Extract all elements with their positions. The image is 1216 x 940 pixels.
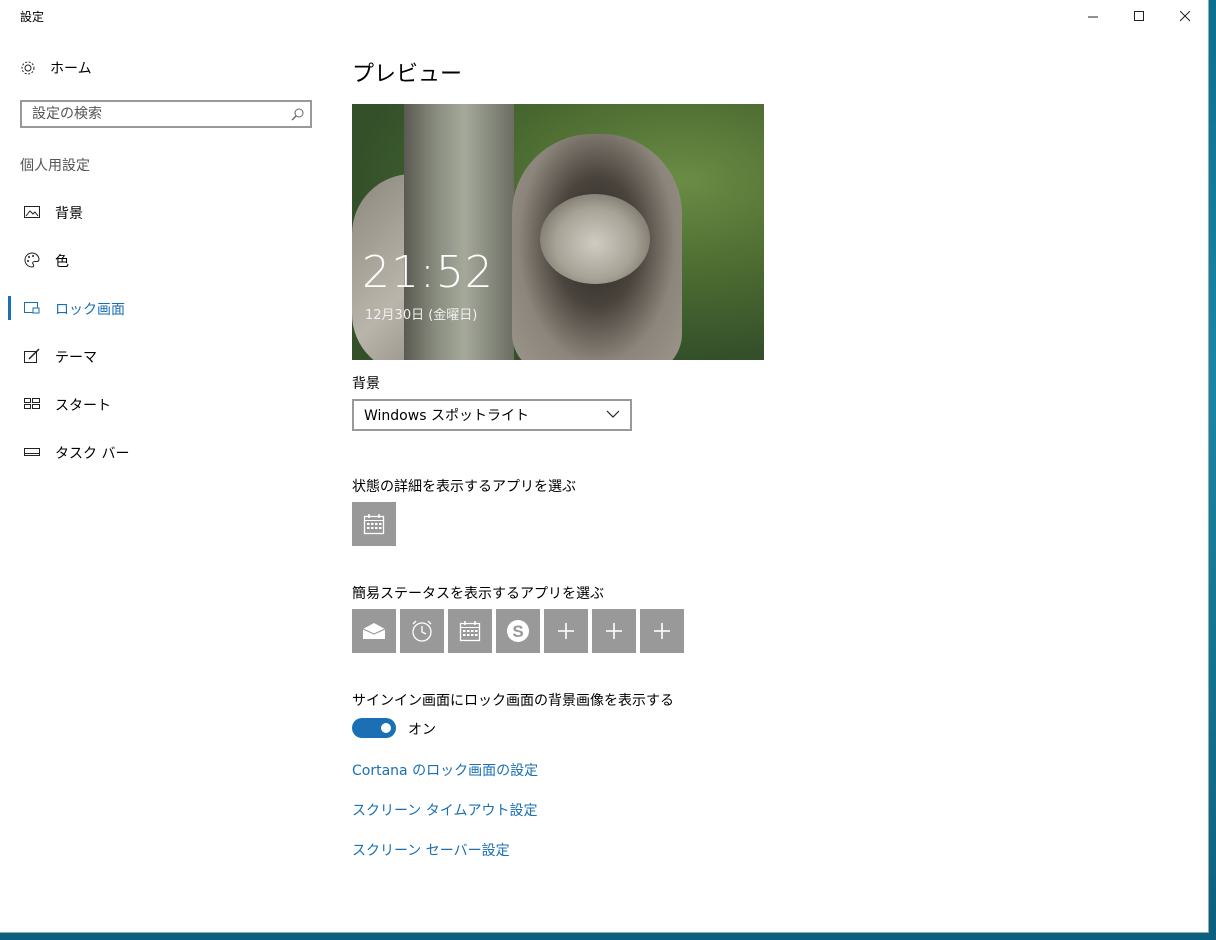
skype-icon: S (507, 620, 529, 642)
sidebar-item-label: 背景 (55, 206, 83, 222)
plus-icon (606, 623, 622, 639)
chevron-down-icon (606, 410, 620, 418)
close-icon (1179, 10, 1190, 21)
toggle-state-label: オン (408, 722, 436, 738)
sidebar-item-themes[interactable]: テーマ (0, 340, 320, 372)
plus-icon (558, 623, 574, 639)
palette-icon (24, 252, 40, 268)
preview-image-face (540, 194, 650, 284)
sidebar-item-label: スタート (55, 398, 111, 414)
calendar-icon (363, 514, 385, 535)
quick-status-add-slot[interactable] (544, 609, 588, 653)
sidebar-item-label: ロック画面 (55, 302, 125, 318)
minimize-icon (1087, 16, 1098, 17)
sidebar-item-colors[interactable]: 色 (0, 244, 320, 276)
search-icon[interactable] (291, 108, 304, 121)
cortana-lock-screen-link[interactable]: Cortana のロック画面の設定 (352, 760, 538, 780)
sidebar-item-lock-screen[interactable]: ロック画面 (0, 292, 320, 324)
preview-date: 12月30日 (金曜日) (365, 308, 478, 323)
start-icon (24, 396, 40, 412)
lock-screen-icon (24, 300, 40, 316)
sidebar-section-title: 個人用設定 (20, 158, 90, 174)
quick-status-app-skype[interactable]: S (496, 609, 540, 653)
signin-background-label: サインイン画面にロック画面の背景画像を表示する (352, 693, 674, 709)
picture-icon (24, 204, 40, 220)
sidebar-item-taskbar[interactable]: タスク バー (0, 436, 320, 468)
close-button[interactable] (1162, 0, 1208, 32)
lock-screen-preview: 21:52 12月30日 (金曜日) (352, 104, 764, 360)
background-dropdown[interactable]: Windows スポットライト (352, 399, 632, 431)
sidebar-item-label: テーマ (55, 350, 97, 366)
quick-status-add-slot[interactable] (592, 609, 636, 653)
sidebar-home-label: ホーム (50, 61, 92, 77)
svg-text:S: S (512, 622, 523, 641)
maximize-icon (1133, 10, 1144, 21)
calendar-icon (459, 621, 481, 642)
taskbar-icon (24, 444, 40, 460)
mail-icon (362, 623, 386, 639)
screen-timeout-link[interactable]: スクリーン タイムアウト設定 (352, 800, 537, 820)
quick-status-app-alarm[interactable] (400, 609, 444, 653)
settings-window: 設定 ホーム 個人用設定 背景 (0, 0, 1209, 933)
quick-status-add-slot[interactable] (640, 609, 684, 653)
window-title: 設定 (20, 10, 45, 24)
signin-background-toggle[interactable] (352, 718, 396, 738)
sidebar-item-label: 色 (55, 254, 69, 270)
search-input[interactable] (22, 102, 282, 126)
theme-icon (24, 348, 40, 364)
background-dropdown-value: Windows スポットライト (364, 408, 529, 424)
maximize-button[interactable] (1116, 0, 1162, 32)
search-box[interactable] (20, 100, 312, 128)
detailed-status-label: 状態の詳細を表示するアプリを選ぶ (352, 479, 576, 495)
page-title: プレビュー (352, 62, 463, 87)
quick-status-app-calendar[interactable] (448, 609, 492, 653)
detailed-status-app-calendar[interactable] (352, 502, 396, 546)
screen-saver-link[interactable]: スクリーン セーバー設定 (352, 840, 510, 860)
title-bar: 設定 (0, 0, 1208, 32)
sidebar-item-background[interactable]: 背景 (0, 196, 320, 228)
sidebar-home[interactable]: ホーム (20, 56, 92, 80)
quick-status-app-mail[interactable] (352, 609, 396, 653)
toggle-knob (381, 723, 391, 733)
quick-status-label: 簡易ステータスを表示するアプリを選ぶ (352, 586, 604, 602)
background-label: 背景 (352, 376, 380, 392)
sidebar-item-label: タスク バー (55, 446, 130, 462)
minimize-button[interactable] (1070, 0, 1116, 32)
gear-icon (21, 61, 35, 75)
sidebar-item-start[interactable]: スタート (0, 388, 320, 420)
preview-clock: 21:52 (362, 247, 494, 298)
plus-icon (654, 623, 670, 639)
alarm-icon (412, 620, 432, 642)
